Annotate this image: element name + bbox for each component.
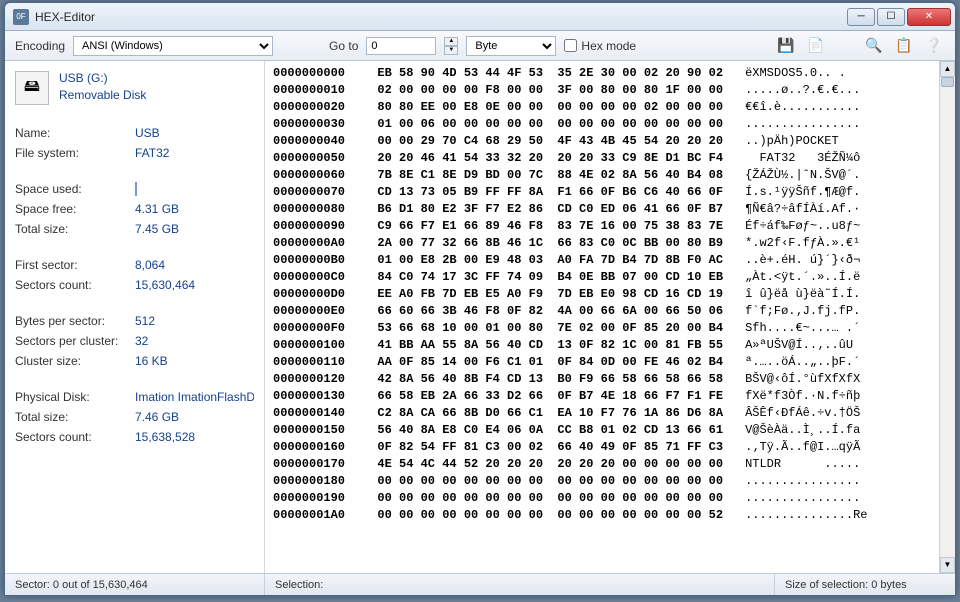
spacefree-label: Space free: <box>15 202 135 216</box>
spaceused-progress <box>135 182 254 196</box>
toolbar: Encoding ANSI (Windows) Go to ▲ ▼ Byte H… <box>5 31 955 61</box>
goto-spinner: ▲ ▼ <box>444 37 458 55</box>
drive-type: Removable Disk <box>59 88 146 102</box>
hex-row[interactable]: 0000000070 CD 13 73 05 B9 FF FF 8A F1 66… <box>273 184 939 201</box>
sidebar: 🖴 USB (G:) Removable Disk Name:USB File … <box>5 61 265 573</box>
sectorscount-label: Sectors count: <box>15 278 135 292</box>
goto-input[interactable] <box>366 37 436 55</box>
drive-name: USB (G:) <box>59 71 146 85</box>
scroll-thumb[interactable] <box>941 77 954 87</box>
hex-row[interactable]: 00000000F0 53 66 68 10 00 01 00 80 7E 02… <box>273 320 939 337</box>
hex-row[interactable]: 0000000180 00 00 00 00 00 00 00 00 00 00… <box>273 473 939 490</box>
encoding-select[interactable]: ANSI (Windows) <box>73 36 273 56</box>
scroll-up[interactable]: ▲ <box>940 61 955 77</box>
app-icon: 0F <box>13 9 29 25</box>
goto-label: Go to <box>329 39 358 53</box>
export-icon[interactable]: 📄 <box>805 35 827 57</box>
hex-row[interactable]: 0000000100 41 BB AA 55 8A 56 40 CD 13 0F… <box>273 337 939 354</box>
hex-row[interactable]: 0000000090 C9 66 F7 E1 66 89 46 F8 83 7E… <box>273 218 939 235</box>
hex-row[interactable]: 0000000170 4E 54 4C 44 52 20 20 20 20 20… <box>273 456 939 473</box>
sectorscount-value: 15,630,464 <box>135 278 254 292</box>
close-button[interactable]: ✕ <box>907 8 951 26</box>
hex-row[interactable]: 00000000D0 EE A0 FB 7D EB E5 A0 F9 7D EB… <box>273 286 939 303</box>
fs-label: File system: <box>15 146 135 160</box>
copy-icon[interactable]: 📋 <box>893 35 915 57</box>
hex-row[interactable]: 00000000B0 01 00 E8 2B 00 E9 48 03 A0 FA… <box>273 252 939 269</box>
firstsector-value: 8,064 <box>135 258 254 272</box>
help-icon[interactable]: ❔ <box>923 35 945 57</box>
phys-label: Physical Disk: <box>15 390 135 404</box>
drive-icon: 🖴 <box>15 71 49 105</box>
scroll-down[interactable]: ▼ <box>940 557 955 573</box>
search-icon[interactable]: 🔍 <box>863 35 885 57</box>
phys-value: Imation ImationFlashDr <box>135 390 254 404</box>
hex-row[interactable]: 0000000020 80 80 EE 00 E8 0E 00 00 00 00… <box>273 99 939 116</box>
hex-pane: 0000000000 EB 58 90 4D 53 44 4F 53 35 2E… <box>265 61 955 573</box>
hex-row[interactable]: 0000000130 66 58 EB 2A 66 33 D2 66 0F B7… <box>273 388 939 405</box>
datatype-select[interactable]: Byte <box>466 36 556 56</box>
body: 🖴 USB (G:) Removable Disk Name:USB File … <box>5 61 955 573</box>
hex-row[interactable]: 0000000040 00 00 29 70 C4 68 29 50 4F 43… <box>273 133 939 150</box>
minimize-button[interactable]: ─ <box>847 8 875 26</box>
spc-value: 32 <box>135 334 254 348</box>
hex-row[interactable]: 00000000C0 84 C0 74 17 3C FF 74 09 B4 0E… <box>273 269 939 286</box>
hex-row[interactable]: 0000000060 7B 8E C1 8E D9 BD 00 7C 88 4E… <box>273 167 939 184</box>
spacefree-value: 4.31 GB <box>135 202 254 216</box>
titlebar[interactable]: 0F HEX-Editor ─ ☐ ✕ <box>5 3 955 31</box>
status-selection: Selection: <box>265 574 775 595</box>
save-icon[interactable]: 💾 <box>775 35 797 57</box>
hex-row[interactable]: 0000000160 0F 82 54 FF 81 C3 00 02 66 40… <box>273 439 939 456</box>
fs-value: FAT32 <box>135 146 254 160</box>
spaceused-label: Space used: <box>15 182 135 196</box>
hex-row[interactable]: 00000001A0 00 00 00 00 00 00 00 00 00 00… <box>273 507 939 524</box>
spc-label: Sectors per cluster: <box>15 334 135 348</box>
main-window: 0F HEX-Editor ─ ☐ ✕ Encoding ANSI (Windo… <box>4 2 956 596</box>
hex-content[interactable]: 0000000000 EB 58 90 4D 53 44 4F 53 35 2E… <box>265 61 939 573</box>
hex-row[interactable]: 0000000000 EB 58 90 4D 53 44 4F 53 35 2E… <box>273 65 939 82</box>
hex-row[interactable]: 0000000110 AA 0F 85 14 00 F6 C1 01 0F 84… <box>273 354 939 371</box>
cluster-label: Cluster size: <box>15 354 135 368</box>
window-controls: ─ ☐ ✕ <box>847 8 951 26</box>
phystotal-value: 7.46 GB <box>135 410 254 424</box>
phystotal-label: Total size: <box>15 410 135 424</box>
totalsize-value: 7.45 GB <box>135 222 254 236</box>
cluster-value: 16 KB <box>135 354 254 368</box>
physsectors-value: 15,638,528 <box>135 430 254 444</box>
name-label: Name: <box>15 126 135 140</box>
status-size: Size of selection: 0 bytes <box>775 574 955 595</box>
spinner-down[interactable]: ▼ <box>444 46 458 55</box>
bps-label: Bytes per sector: <box>15 314 135 328</box>
hex-row[interactable]: 0000000050 20 20 46 41 54 33 32 20 20 20… <box>273 150 939 167</box>
spinner-up[interactable]: ▲ <box>444 37 458 46</box>
hex-row[interactable]: 0000000010 02 00 00 00 00 F8 00 00 3F 00… <box>273 82 939 99</box>
bps-value: 512 <box>135 314 254 328</box>
maximize-button[interactable]: ☐ <box>877 8 905 26</box>
totalsize-label: Total size: <box>15 222 135 236</box>
hex-row[interactable]: 00000000E0 66 60 66 3B 46 F8 0F 82 4A 00… <box>273 303 939 320</box>
status-sector: Sector: 0 out of 15,630,464 <box>5 574 265 595</box>
hexmode-checkbox[interactable] <box>564 39 577 52</box>
name-value: USB <box>135 126 254 140</box>
hex-row[interactable]: 0000000030 01 00 06 00 00 00 00 00 00 00… <box>273 116 939 133</box>
scrollbar[interactable]: ▲ ▼ <box>939 61 955 573</box>
hexmode-label: Hex mode <box>581 39 636 53</box>
hex-row[interactable]: 0000000150 56 40 8A E8 C0 E4 06 0A CC B8… <box>273 422 939 439</box>
statusbar: Sector: 0 out of 15,630,464 Selection: S… <box>5 573 955 595</box>
encoding-label: Encoding <box>15 39 65 53</box>
hex-row[interactable]: 00000000A0 2A 00 77 32 66 8B 46 1C 66 83… <box>273 235 939 252</box>
hex-row[interactable]: 0000000120 42 8A 56 40 8B F4 CD 13 B0 F9… <box>273 371 939 388</box>
physsectors-label: Sectors count: <box>15 430 135 444</box>
window-title: HEX-Editor <box>35 10 847 24</box>
hex-row[interactable]: 0000000080 B6 D1 80 E2 3F F7 E2 86 CD C0… <box>273 201 939 218</box>
firstsector-label: First sector: <box>15 258 135 272</box>
hex-row[interactable]: 0000000140 C2 8A CA 66 8B D0 66 C1 EA 10… <box>273 405 939 422</box>
hex-row[interactable]: 0000000190 00 00 00 00 00 00 00 00 00 00… <box>273 490 939 507</box>
